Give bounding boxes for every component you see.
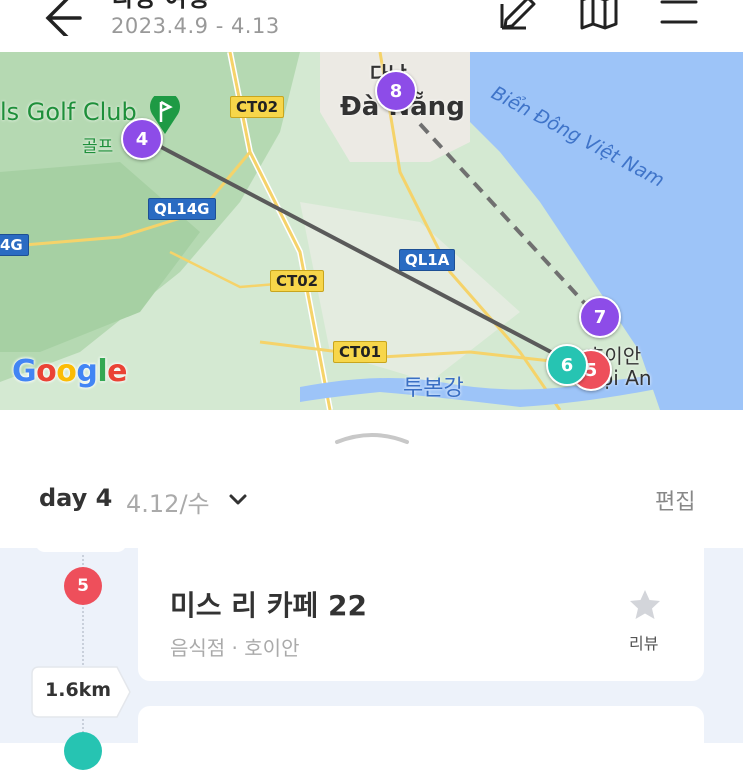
folded-map-icon: [580, 0, 618, 30]
pencil-note-icon: [500, 0, 536, 30]
trip-title: 다낭 여행: [112, 0, 209, 13]
map-pin-8[interactable]: 8: [375, 70, 417, 112]
arrow-left-icon: [45, 0, 82, 40]
google-logo: Google: [12, 354, 128, 389]
river-label: 투본강: [403, 376, 464, 401]
road-sign-ql14g: QL14G: [148, 198, 216, 220]
back-button[interactable]: [38, 0, 86, 40]
road-sign-4g: 4G: [0, 234, 29, 256]
road-sign-ct02: CT02: [230, 96, 285, 118]
menu-button[interactable]: [656, 0, 702, 34]
road-sign-ct01: CT01: [333, 341, 388, 363]
hamburger-menu-icon: [660, 0, 698, 24]
place-meta: 음식점 · 호이안: [170, 636, 300, 660]
map-pin-4[interactable]: 4: [121, 118, 163, 160]
distance-chip: 1.6km: [31, 666, 131, 718]
map-pin-7[interactable]: 7: [579, 296, 621, 338]
distance-text: 1.6km: [45, 679, 112, 701]
road-sign-ct02-south: CT02: [270, 270, 325, 292]
place-name: 미스 리 카페 22: [170, 589, 368, 622]
place-card[interactable]: 미스 리 카페 22 음식점 · 호이안 리뷰: [138, 548, 704, 681]
top-bar: 다낭 여행 2023.4.9 - 4.13: [0, 0, 743, 52]
edit-button[interactable]: [496, 0, 542, 34]
sheet-drag-handle[interactable]: [333, 428, 411, 448]
day-date[interactable]: 4.12/수: [126, 484, 210, 519]
previous-distance-chip: [35, 538, 127, 552]
chevron-down-icon[interactable]: [228, 490, 248, 510]
timeline-number-6: [64, 732, 102, 770]
star-icon[interactable]: [628, 588, 662, 622]
road-sign-ql1a: QL1A: [399, 249, 456, 271]
map-pin-6[interactable]: 6: [546, 344, 588, 386]
next-place-card[interactable]: [138, 706, 704, 766]
route-map[interactable]: CT02 QL14G 4G CT02 QL1A CT01 ls Golf Clu…: [0, 52, 743, 410]
map-view-button[interactable]: [576, 0, 622, 34]
golf-club-label: ls Golf Club: [0, 98, 137, 126]
trip-dates: 2023.4.9 - 4.13: [111, 14, 280, 38]
day-label[interactable]: day 4: [39, 484, 112, 512]
timeline-number-5: 5: [64, 567, 102, 605]
itinerary-sheet: day 4 4.12/수 편집 5 미스 리 카페 22 음식점 · 호이안 리…: [0, 410, 743, 770]
review-label[interactable]: 리뷰: [629, 630, 658, 654]
golf-kor-label: 골프: [82, 137, 114, 157]
edit-schedule-button[interactable]: 편집: [655, 484, 695, 516]
